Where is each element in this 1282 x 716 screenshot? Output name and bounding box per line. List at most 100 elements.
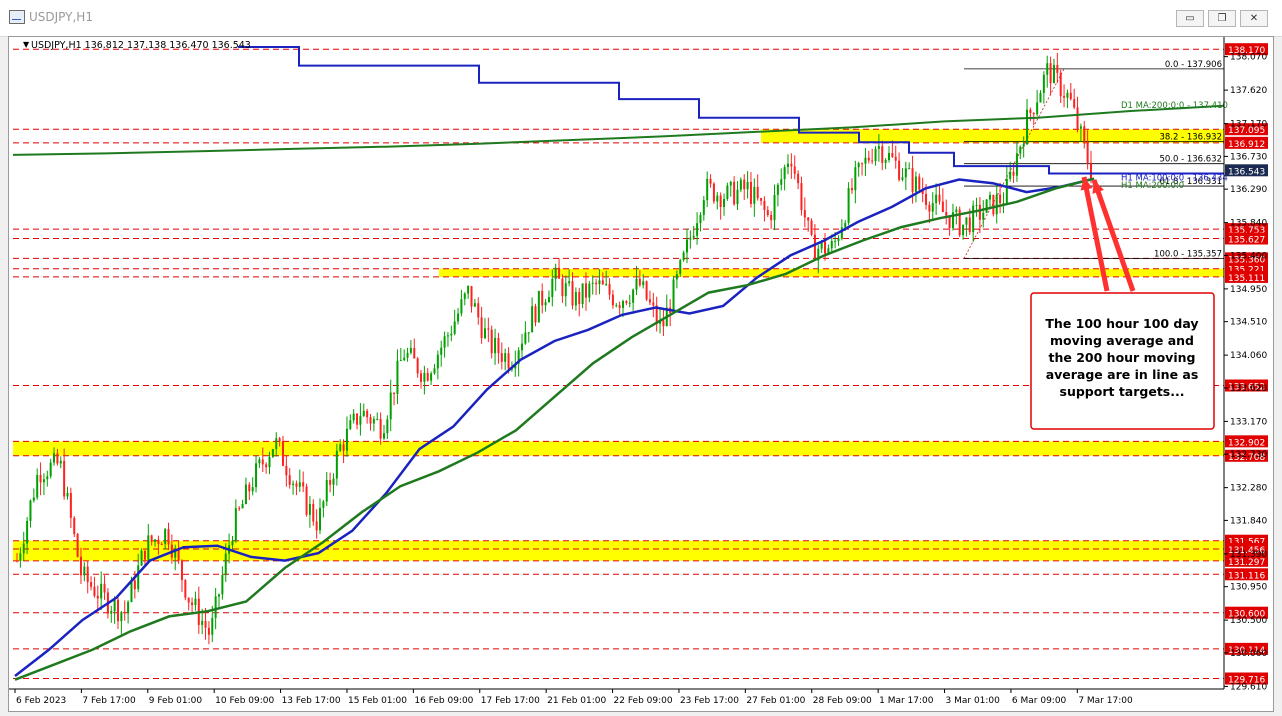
candle-body xyxy=(238,508,241,510)
candle-body xyxy=(335,450,338,479)
candle-body xyxy=(709,178,712,184)
candle-body xyxy=(877,146,880,149)
candle-body xyxy=(746,181,749,190)
candle-body xyxy=(726,185,729,199)
candle-body xyxy=(180,560,183,581)
candle-body xyxy=(207,627,210,635)
candle-body xyxy=(753,186,756,204)
candle-body xyxy=(786,163,789,168)
candle-body xyxy=(90,582,93,587)
candle-body xyxy=(382,433,385,439)
y-tick-label: 138.070 xyxy=(1230,53,1267,63)
candle-body xyxy=(908,168,911,170)
candle-body xyxy=(248,484,251,492)
candle-body xyxy=(962,224,965,236)
candle-body xyxy=(914,176,917,192)
candle-body xyxy=(1005,178,1008,204)
candle-body xyxy=(211,618,214,635)
candle-body xyxy=(268,457,271,468)
y-tick-label: 135.400 xyxy=(1230,251,1267,261)
candle-body xyxy=(978,204,981,220)
support-resistance-zone xyxy=(761,129,1224,143)
candle-body xyxy=(389,392,392,420)
candle-body xyxy=(850,188,853,191)
candle-body xyxy=(143,550,146,560)
price-level-label: 135.627 xyxy=(1228,235,1265,245)
candle-body xyxy=(312,504,315,522)
x-tick-label: 13 Feb 17:00 xyxy=(282,696,341,706)
x-tick-label: 15 Feb 01:00 xyxy=(348,696,407,706)
candle-body xyxy=(194,598,197,605)
candle-body xyxy=(537,290,540,323)
x-tick-label: 6 Mar 09:00 xyxy=(1012,696,1067,706)
candle-body xyxy=(36,475,39,498)
candle-body xyxy=(359,416,362,425)
candle-body xyxy=(975,204,978,206)
candle-body xyxy=(372,419,375,424)
candle-body xyxy=(379,418,382,439)
candle-body xyxy=(184,580,187,598)
chart-dropdown-icon[interactable]: ▼ xyxy=(23,40,30,49)
candle-body xyxy=(584,283,587,298)
candle-body xyxy=(1049,63,1052,84)
y-tick-label: 132.730 xyxy=(1230,450,1267,460)
candle-body xyxy=(244,484,247,504)
candle-body xyxy=(430,373,433,381)
candle-body xyxy=(473,303,476,307)
candle-body xyxy=(504,353,507,362)
candle-body xyxy=(1015,153,1018,176)
candle-body xyxy=(898,160,901,180)
candle-body xyxy=(1046,63,1049,75)
candle-body xyxy=(770,214,773,221)
candle-body xyxy=(204,620,207,628)
candle-body xyxy=(423,372,426,382)
candle-body xyxy=(564,283,567,297)
candle-body xyxy=(26,520,29,544)
support-resistance-zone xyxy=(13,441,1224,456)
candle-body xyxy=(699,214,702,224)
x-tick-label: 23 Feb 17:00 xyxy=(680,696,739,706)
fib-level-label: 50.0 - 136.632 xyxy=(1159,155,1222,165)
candle-body xyxy=(113,599,116,612)
candle-body xyxy=(409,348,412,353)
candle-body xyxy=(891,152,894,157)
candle-body xyxy=(733,181,736,205)
candle-body xyxy=(123,612,126,614)
chart-window[interactable]: 138.170 137.095 136.912 135.753 135.627 135.3… xyxy=(8,36,1274,712)
x-tick-label: 7 Feb 17:00 xyxy=(82,696,136,706)
candle-body xyxy=(187,597,190,603)
candle-body xyxy=(723,198,726,207)
restore-button[interactable]: ❐ xyxy=(1208,10,1236,27)
candle-body xyxy=(807,217,810,221)
candle-body xyxy=(234,508,237,541)
candle-body xyxy=(628,302,631,304)
candle-body xyxy=(830,240,833,249)
candle-body xyxy=(298,482,301,487)
candle-body xyxy=(867,157,870,161)
candle-body xyxy=(712,183,715,202)
candle-body xyxy=(73,517,76,535)
minimize-button[interactable]: ▭ xyxy=(1176,10,1204,27)
candle-body xyxy=(467,286,470,294)
candle-body xyxy=(925,193,928,205)
candle-body xyxy=(295,483,298,487)
candle-body xyxy=(278,438,281,442)
candle-body xyxy=(345,428,348,451)
y-tick-label: 134.060 xyxy=(1230,351,1267,361)
candle-body xyxy=(797,173,800,184)
candle-body xyxy=(1026,109,1029,145)
candle-body xyxy=(79,556,82,576)
candle-body xyxy=(679,260,682,275)
candle-body xyxy=(147,535,150,560)
candle-body xyxy=(342,444,345,451)
candle-body xyxy=(813,234,816,261)
candle-body xyxy=(1083,126,1086,142)
support-resistance-zone xyxy=(13,540,1224,561)
candle-body xyxy=(598,280,601,285)
candle-body xyxy=(59,460,62,464)
candle-body xyxy=(864,157,867,164)
close-button[interactable]: ✕ xyxy=(1240,10,1268,27)
candle-body xyxy=(1063,96,1066,98)
price-chart[interactable]: 138.170137.095136.912135.753135.627135.3… xyxy=(9,37,1273,711)
candle-body xyxy=(76,534,79,557)
